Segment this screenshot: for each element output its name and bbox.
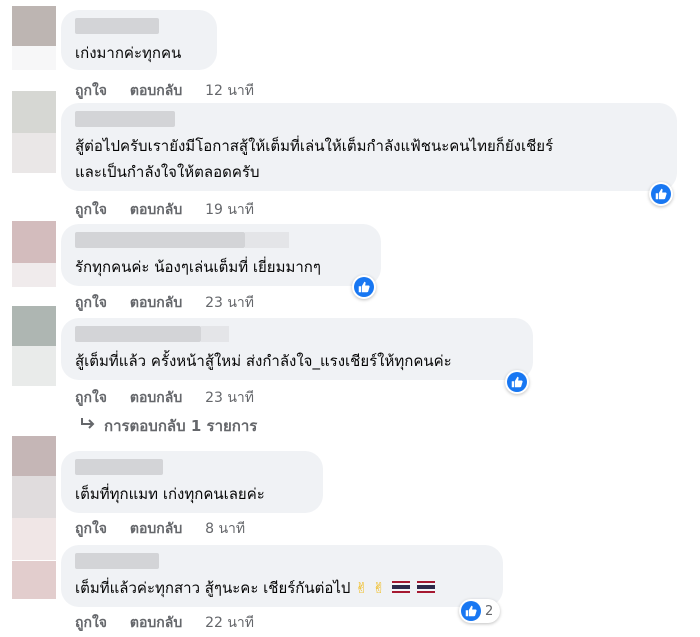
comment-bubble: เต็มที่แล้วค่ะทุกสาว สู้ๆนะคะ เชียร์กันต… (61, 545, 503, 607)
victory-hand-emoji: ✌ (355, 579, 368, 597)
comment-actions: ถูกใจ ตอบกลับ 8 นาที (75, 518, 263, 540)
reply-button[interactable]: ตอบกลับ (130, 202, 182, 218)
view-replies-label: การตอบกลับ 1 รายการ (104, 417, 258, 435)
comment-actions: ถูกใจ ตอบกลับ 12 นาที (75, 80, 272, 102)
comment-text-line-1: สู้ต่อไปครับเรายังมีโอกาสสู้ให้เต็มที่เล… (75, 137, 554, 155)
comment-bubble: สู้เต็มที่แล้ว ครั้งหน้าสู้ใหม่ ส่งกำลัง… (61, 318, 533, 380)
timestamp[interactable]: 23 นาที (205, 390, 254, 406)
reaction-badge[interactable] (352, 275, 376, 299)
comment-bubble: เต็มที่ทุกแมท เก่งทุกคนเลยค่ะ (61, 451, 323, 513)
thumbs-up-icon (507, 372, 527, 392)
thumbs-up-icon (651, 184, 671, 204)
thumbs-up-icon (461, 601, 481, 621)
like-button[interactable]: ถูกใจ (75, 390, 107, 406)
reaction-badge[interactable] (649, 182, 673, 206)
reaction-badge[interactable] (505, 370, 529, 394)
comment-text: สู้เต็มที่แล้ว ครั้งหน้าสู้ใหม่ ส่งกำลัง… (75, 352, 452, 370)
comment-actions: ถูกใจ ตอบกลับ 19 นาที (75, 199, 272, 221)
like-button[interactable]: ถูกใจ (75, 295, 107, 311)
comment-text: รักทุกคนค่ะ น้องๆเล่นเต็มที่ เยี่ยมมากๆ (75, 258, 321, 276)
like-button[interactable]: ถูกใจ (75, 202, 107, 218)
thailand-flag-icon (391, 581, 410, 593)
timestamp[interactable]: 8 นาที (205, 521, 245, 537)
avatar[interactable] (12, 91, 56, 173)
avatar[interactable] (12, 561, 56, 599)
avatar[interactable] (12, 436, 56, 560)
avatar[interactable] (12, 6, 56, 70)
author-name-redacted[interactable] (75, 326, 229, 342)
comment-text: เก่งมากค่ะทุกคน (75, 44, 182, 62)
reply-button[interactable]: ตอบกลับ (130, 295, 182, 311)
author-name-redacted[interactable] (75, 18, 159, 34)
comment-text-line-2: และเป็นกำลังใจให้ตลอดครับ (75, 163, 260, 181)
author-name-redacted[interactable] (75, 232, 289, 248)
like-button[interactable]: ถูกใจ (75, 83, 107, 99)
avatar[interactable] (12, 306, 56, 386)
timestamp[interactable]: 12 นาที (205, 83, 254, 99)
comment-actions: ถูกใจ ตอบกลับ 23 นาที (75, 387, 272, 409)
comment-bubble: รักทุกคนค่ะ น้องๆเล่นเต็มที่ เยี่ยมมากๆ (61, 224, 381, 286)
like-button[interactable]: ถูกใจ (75, 615, 107, 631)
like-button[interactable]: ถูกใจ (75, 521, 107, 537)
comment-bubble: สู้ต่อไปครับเรายังมีโอกาสสู้ให้เต็มที่เล… (61, 103, 677, 191)
timestamp[interactable]: 19 นาที (205, 202, 254, 218)
thailand-flag-icon (416, 581, 435, 593)
comment-actions: ถูกใจ ตอบกลับ 22 นาที (75, 612, 272, 634)
reply-arrow-icon (80, 417, 96, 435)
timestamp[interactable]: 22 นาที (205, 615, 254, 631)
author-name-redacted[interactable] (75, 459, 163, 475)
avatar[interactable] (12, 221, 56, 287)
reaction-badge[interactable]: 2 (459, 599, 501, 623)
comment-text: เต็มที่ทุกแมท เก่งทุกคนเลยค่ะ (75, 485, 265, 503)
timestamp[interactable]: 23 นาที (205, 295, 254, 311)
reaction-count: 2 (485, 603, 494, 619)
reply-button[interactable]: ตอบกลับ (130, 390, 182, 406)
comment-bubble: เก่งมากค่ะทุกคน (61, 10, 217, 70)
author-name-redacted[interactable] (75, 111, 175, 127)
comment-actions: ถูกใจ ตอบกลับ 23 นาที (75, 292, 272, 314)
author-name-redacted[interactable] (75, 553, 159, 569)
thumbs-up-icon (354, 277, 374, 297)
view-replies-link[interactable]: การตอบกลับ 1 รายการ (80, 414, 257, 438)
victory-hand-emoji: ✌ (372, 579, 386, 597)
comment-text-body: เต็มที่แล้วค่ะทุกสาว สู้ๆนะคะ เชียร์กันต… (75, 579, 351, 597)
reply-button[interactable]: ตอบกลับ (130, 83, 182, 99)
reply-button[interactable]: ตอบกลับ (130, 521, 182, 537)
comment-text: เต็มที่แล้วค่ะทุกสาว สู้ๆนะคะ เชียร์กันต… (75, 575, 491, 601)
reply-button[interactable]: ตอบกลับ (130, 615, 182, 631)
